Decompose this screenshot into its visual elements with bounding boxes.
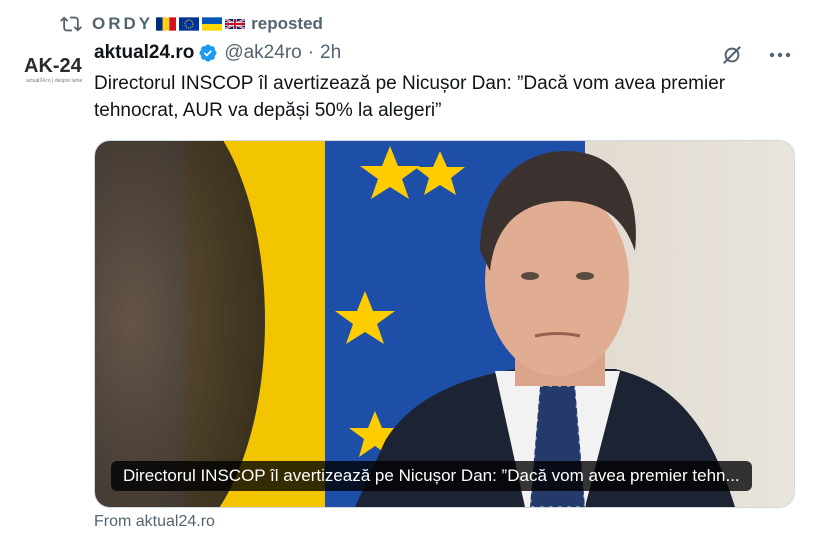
romania-flag-icon bbox=[156, 17, 177, 31]
uk-flag-icon bbox=[225, 18, 246, 30]
card-source[interactable]: From aktual24.ro bbox=[94, 513, 215, 531]
ukraine-flag-icon bbox=[202, 17, 223, 31]
avatar-tagline: actual24.ro | despre lume bbox=[26, 78, 83, 84]
link-card[interactable]: Directorul INSCOP îl avertizează pe Nicu… bbox=[94, 140, 795, 508]
repost-header[interactable]: ORDY reposted bbox=[60, 12, 323, 36]
more-icon[interactable] bbox=[769, 52, 791, 58]
grok-icon[interactable] bbox=[721, 44, 743, 66]
avatar[interactable]: AK-24 actual24.ro | despre lume bbox=[22, 50, 84, 90]
repost-icon bbox=[60, 16, 82, 32]
timestamp[interactable]: 2h bbox=[320, 42, 341, 64]
display-name[interactable]: aktual24.ro bbox=[94, 42, 194, 64]
separator-dot: · bbox=[307, 42, 315, 63]
verified-icon bbox=[199, 44, 217, 62]
reposted-label: reposted bbox=[251, 14, 323, 33]
tweet-header: aktual24.ro @ak24ro · 2h bbox=[94, 40, 799, 66]
handle[interactable]: @ak24ro bbox=[224, 42, 301, 64]
avatar-logo-text: AK-24 bbox=[24, 55, 83, 77]
card-caption: Directorul INSCOP îl avertizează pe Nicu… bbox=[111, 461, 752, 491]
card-image bbox=[95, 141, 794, 507]
tweet-text: Directorul INSCOP îl avertizează pe Nicu… bbox=[94, 73, 726, 121]
repost-username[interactable]: ORDY bbox=[92, 14, 153, 34]
eu-flag-icon bbox=[179, 17, 200, 31]
